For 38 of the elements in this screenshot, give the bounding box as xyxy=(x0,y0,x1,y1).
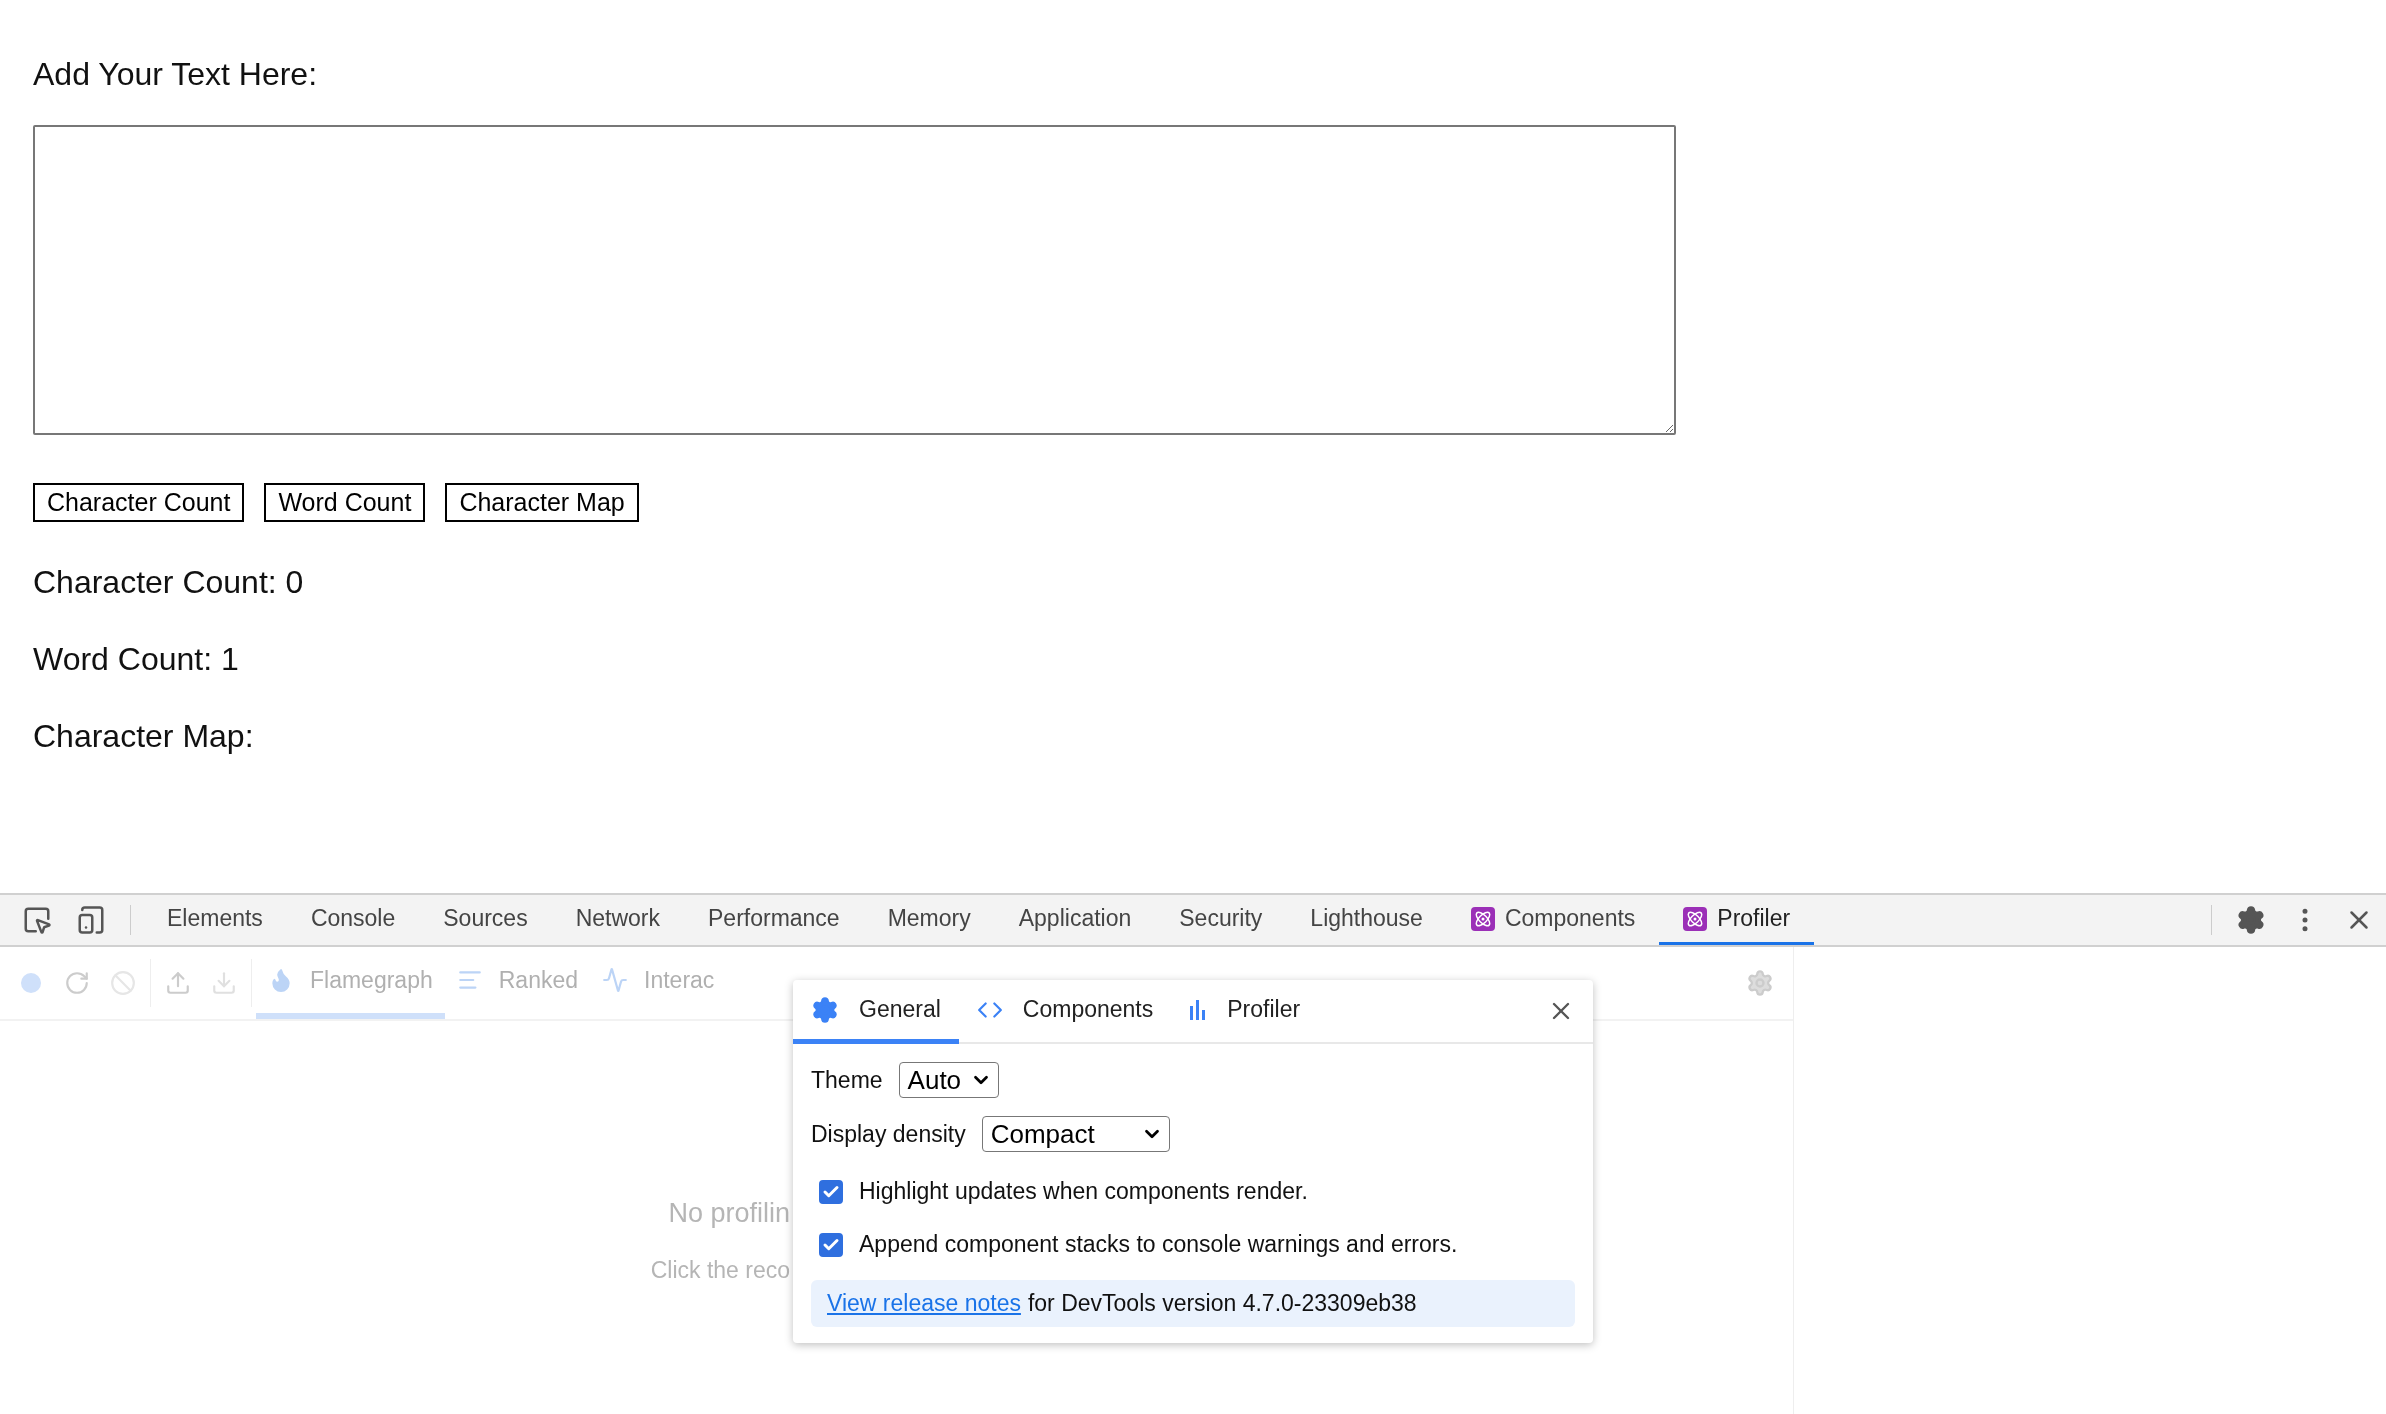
bar-chart-icon xyxy=(1189,999,1208,1020)
result-text: Character Map: xyxy=(33,718,255,755)
react-logo-icon xyxy=(1683,906,1708,931)
version-text: for DevTools version 4.7.0-23309eb38 xyxy=(1027,1290,1417,1317)
field-label: Display density xyxy=(811,1120,966,1148)
devtools-tab[interactable]: Lighthouse xyxy=(1286,895,1447,945)
action-button[interactable]: Character Map xyxy=(445,483,639,522)
devtools-tab[interactable]: Elements xyxy=(143,895,287,945)
settings-tab[interactable]: General xyxy=(793,980,959,1044)
gear-icon xyxy=(811,995,839,1024)
action-button[interactable]: Character Count xyxy=(33,483,245,522)
settings-tab[interactable]: Profiler xyxy=(1171,980,1319,1044)
theme-select[interactable]: Auto xyxy=(898,1062,999,1098)
empty-state-hint: Click the reco xyxy=(650,1257,790,1284)
result-text: Word Count: 1 xyxy=(33,641,240,678)
devtools-tab[interactable]: Memory xyxy=(863,895,995,945)
option-label: Append component stacks to console warnings and errors. xyxy=(859,1231,1458,1258)
devtools-tab[interactable]: Performance xyxy=(684,895,864,945)
field-label: Theme xyxy=(811,1066,883,1094)
devtools-tab[interactable]: Sources xyxy=(419,895,552,945)
line-chart-icon xyxy=(602,967,628,993)
release-notes-link[interactable]: View release notes xyxy=(827,1290,1021,1317)
settings-tab[interactable]: Components xyxy=(958,980,1172,1044)
checkbox[interactable] xyxy=(819,1232,843,1257)
react-logo-icon xyxy=(1470,906,1495,931)
density-select[interactable]: Compact xyxy=(981,1116,1170,1152)
devtools-tab[interactable]: Profiler xyxy=(1659,895,1815,945)
checkbox[interactable] xyxy=(819,1179,843,1204)
devtools-tab[interactable]: Network xyxy=(551,895,684,945)
text-input-label: Add Your Text Here: xyxy=(33,56,319,93)
devtools-tab[interactable]: Console xyxy=(286,895,420,945)
result-text: Character Count: 0 xyxy=(33,564,305,601)
action-button[interactable]: Word Count xyxy=(264,483,426,522)
devtools-tab[interactable]: Application xyxy=(994,895,1156,945)
empty-state-title: No profilin xyxy=(668,1198,790,1229)
devtools-tab[interactable]: Security xyxy=(1155,895,1287,945)
option-label: Highlight updates when components render. xyxy=(859,1178,1308,1205)
devtools-tab[interactable]: Components xyxy=(1446,895,1660,945)
